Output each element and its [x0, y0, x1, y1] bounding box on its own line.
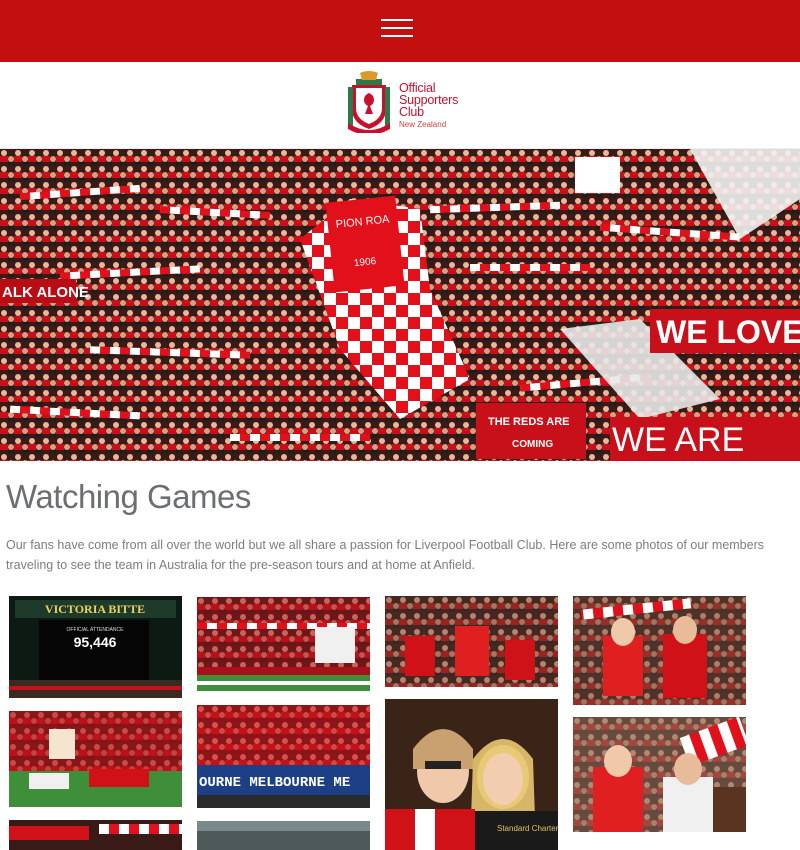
- scoreboard-caption: OFFICIAL ATTENDANCE: [67, 627, 125, 633]
- attendance-number: 95,446: [74, 634, 117, 650]
- logo-line-club: Club: [399, 105, 424, 119]
- gallery-photo-fans-cheering[interactable]: [573, 717, 746, 832]
- crowd-illustration: PION ROA 1906 ALK ALONE WE LOVE WE ARE T…: [0, 149, 800, 461]
- scoreboard-title: VICTORIA BITTE: [45, 602, 145, 616]
- intro-paragraph: Our fans have come from all over the wor…: [6, 538, 765, 572]
- hero-sign-we-are: WE ARE: [612, 421, 744, 459]
- gallery-photo-melbourne-banner[interactable]: OURNE MELBOURNE ME: [197, 705, 370, 808]
- gallery-photo-fans-banner[interactable]: [9, 820, 182, 850]
- gallery-photo-stadium-lineup[interactable]: [9, 711, 182, 807]
- gallery-photo-pub-crowd[interactable]: [385, 596, 558, 687]
- shirt-sponsor-text: Standard Chartered: [497, 824, 558, 833]
- hero-crowd-image: PION ROA 1906 ALK ALONE WE LOVE WE ARE T…: [0, 149, 800, 461]
- hero-sign-we-love: WE LOVE: [656, 314, 800, 350]
- melbourne-banner-text: OURNE MELBOURNE ME: [199, 775, 350, 791]
- gallery-photo-scoreboard[interactable]: VICTORIA BITTE OFFICIAL ATTENDANCE 95,44…: [9, 596, 182, 698]
- hero-sign-walk-alone: ALK ALONE: [2, 284, 89, 301]
- logo-bar: Official Supporters Club New Zealand: [0, 62, 800, 149]
- page-title: Watching Games: [6, 478, 251, 515]
- gallery-photo-scarf-celebration[interactable]: [573, 596, 746, 705]
- top-navigation-bar: [0, 0, 800, 62]
- hamburger-menu-icon[interactable]: [381, 19, 413, 37]
- logo-subtitle: New Zealand: [399, 120, 447, 129]
- liverpool-crest-icon[interactable]: [346, 71, 392, 133]
- club-name[interactable]: Official Supporters Club New Zealand: [399, 82, 458, 132]
- hero-sign-reds-are: THE REDS ARE: [488, 416, 570, 428]
- gallery-photo-two-supporters[interactable]: Standard Chartered: [385, 699, 558, 850]
- hero-sign-coming: COMING: [512, 439, 553, 450]
- gallery-photo-stadium-stand[interactable]: [197, 821, 370, 850]
- gallery-photo-stadium-crowd[interactable]: [197, 597, 370, 691]
